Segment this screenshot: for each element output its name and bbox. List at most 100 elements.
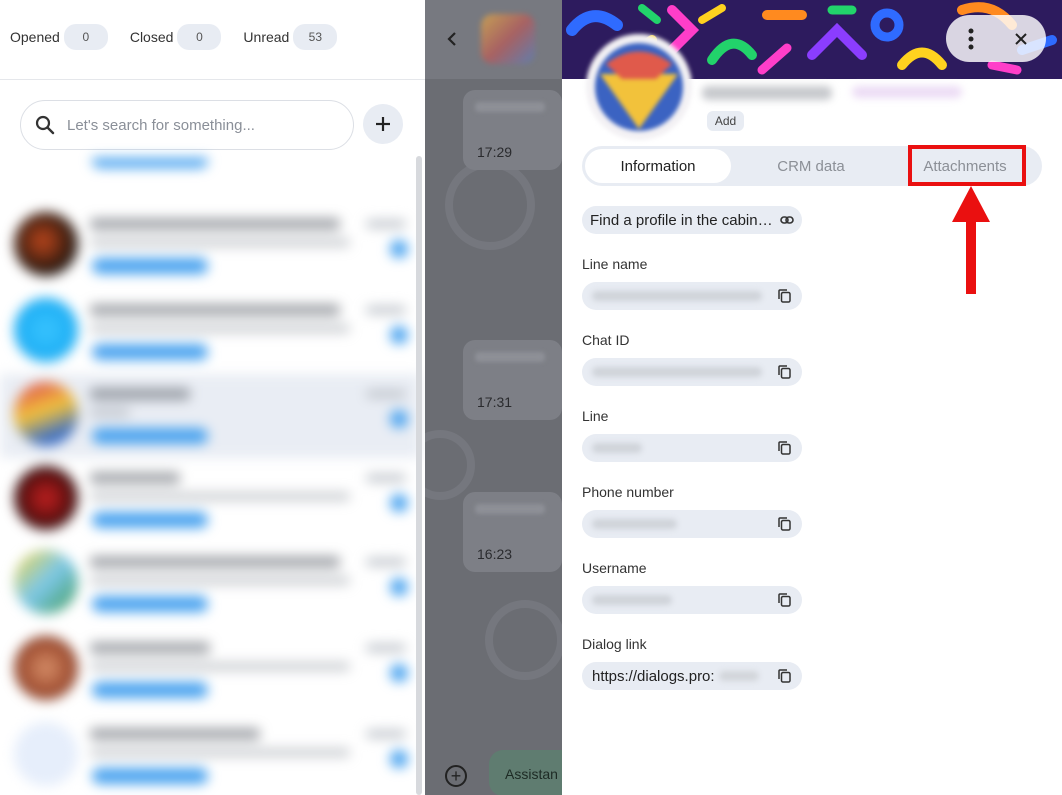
chat-tag: [92, 512, 208, 528]
find-profile-link-label: Find a profile in the cabin…: [590, 211, 773, 229]
filter-closed-count: 0: [177, 24, 222, 50]
field-phone-number: [582, 510, 802, 538]
more-vertical-icon: [968, 28, 974, 49]
chevron-left-icon: [447, 32, 456, 46]
unread-badge: [390, 240, 408, 258]
avatar: [14, 382, 78, 446]
tab-crm-data[interactable]: CRM data: [738, 149, 884, 183]
find-profile-link[interactable]: Find a profile in the cabin…: [582, 206, 802, 234]
attach-plus-icon[interactable]: +: [445, 765, 467, 787]
chat-time: [366, 730, 406, 738]
copy-button[interactable]: [776, 516, 792, 532]
list-item[interactable]: [0, 628, 420, 712]
plus-icon: [376, 117, 390, 131]
list-item[interactable]: [0, 714, 420, 795]
chat-list-panel: Opened 0 Closed 0 Unread 53: [0, 0, 425, 795]
message-bubble: 17:29: [463, 90, 562, 170]
message-bubble: 17:31: [463, 340, 562, 420]
list-item[interactable]: [0, 204, 420, 288]
copy-button[interactable]: [776, 440, 792, 456]
chat-header: [425, 0, 562, 79]
background-pattern: [445, 160, 535, 250]
field-label-line: Line: [582, 408, 609, 424]
unread-badge: [390, 410, 408, 428]
field-label-chat-id: Chat ID: [582, 332, 630, 348]
search-box[interactable]: [20, 100, 354, 150]
close-icon: [1015, 32, 1027, 45]
back-button[interactable]: [439, 26, 465, 52]
message-time: 17:31: [477, 394, 513, 410]
avatar: [14, 636, 78, 700]
header-actions: [946, 15, 1046, 62]
chat-preview: [90, 408, 130, 417]
list-item[interactable]: [0, 542, 420, 626]
profile-subtitle-blurred: [852, 86, 962, 98]
copy-button[interactable]: [776, 668, 792, 684]
add-chat-button[interactable]: [363, 104, 403, 144]
chat-time: [366, 558, 406, 566]
chat-list: [0, 158, 420, 795]
chat-tag: [92, 344, 208, 360]
chat-name: [90, 388, 190, 400]
profile-panel: Add Information CRM data Attachments Fin…: [562, 0, 1062, 795]
dialog-link-value[interactable]: https://dialogs.pro:: [592, 668, 715, 685]
unread-badge: [390, 664, 408, 682]
chat-name: [90, 642, 210, 654]
close-button[interactable]: [1001, 19, 1041, 59]
avatar: [14, 550, 78, 614]
tab-information[interactable]: Information: [585, 149, 731, 183]
copy-icon: [777, 517, 791, 531]
filter-closed-label: Closed: [129, 29, 174, 45]
copy-button[interactable]: [776, 364, 792, 380]
annotation-arrow-icon: [952, 186, 990, 294]
copy-button[interactable]: [776, 592, 792, 608]
message-bubble: 16:23: [463, 492, 562, 572]
chat-preview: [90, 576, 350, 585]
link-icon: [780, 216, 794, 224]
filter-opened-count: 0: [63, 24, 108, 50]
copy-icon: [777, 289, 791, 303]
avatar: [14, 466, 78, 530]
filter-unread[interactable]: Unread 53: [243, 24, 338, 50]
list-item[interactable]: [0, 374, 420, 458]
message-text-blurred: [475, 504, 545, 514]
field-value-blurred: [592, 595, 672, 605]
chat-time: [366, 306, 406, 314]
unread-badge: [390, 750, 408, 768]
field-line: [582, 434, 802, 462]
filter-closed[interactable]: Closed 0: [130, 24, 222, 50]
profile-name-blurred: [702, 86, 832, 100]
chat-tag: [92, 158, 208, 168]
chat-tag: [92, 682, 208, 698]
list-item[interactable]: [0, 158, 420, 182]
chat-name: [90, 556, 340, 568]
field-value-blurred: [592, 367, 762, 377]
field-username: [582, 586, 802, 614]
filter-opened-label: Opened: [10, 29, 60, 45]
assistant-button[interactable]: Assistan: [489, 750, 562, 795]
chat-time: [366, 220, 406, 228]
profile-avatar: [586, 34, 692, 140]
message-text-blurred: [475, 352, 545, 362]
copy-button[interactable]: [776, 288, 792, 304]
list-item[interactable]: [0, 290, 420, 374]
chat-preview: [90, 748, 350, 757]
annotation-highlight-box: [908, 145, 1026, 186]
add-tag-button[interactable]: Add: [707, 111, 744, 131]
search-input[interactable]: [67, 116, 327, 134]
chat-filters: Opened 0 Closed 0 Unread 53: [10, 24, 359, 50]
chat-area: 17:29 17:31 16:23 + Assistan: [425, 0, 562, 795]
chat-preview: [90, 324, 350, 333]
copy-icon: [777, 365, 791, 379]
more-options-button[interactable]: [951, 19, 991, 59]
field-value-blurred: [718, 671, 759, 681]
list-item[interactable]: [0, 458, 420, 542]
field-dialog-link: https://dialogs.pro:: [582, 662, 802, 690]
chat-list-scrollbar[interactable]: [416, 156, 422, 795]
background-pattern: [425, 430, 475, 500]
field-value-blurred: [592, 443, 642, 453]
filter-unread-count: 53: [293, 24, 338, 50]
filter-opened[interactable]: Opened 0: [10, 24, 108, 50]
copy-icon: [777, 441, 791, 455]
field-label-dialog-link: Dialog link: [582, 636, 647, 652]
